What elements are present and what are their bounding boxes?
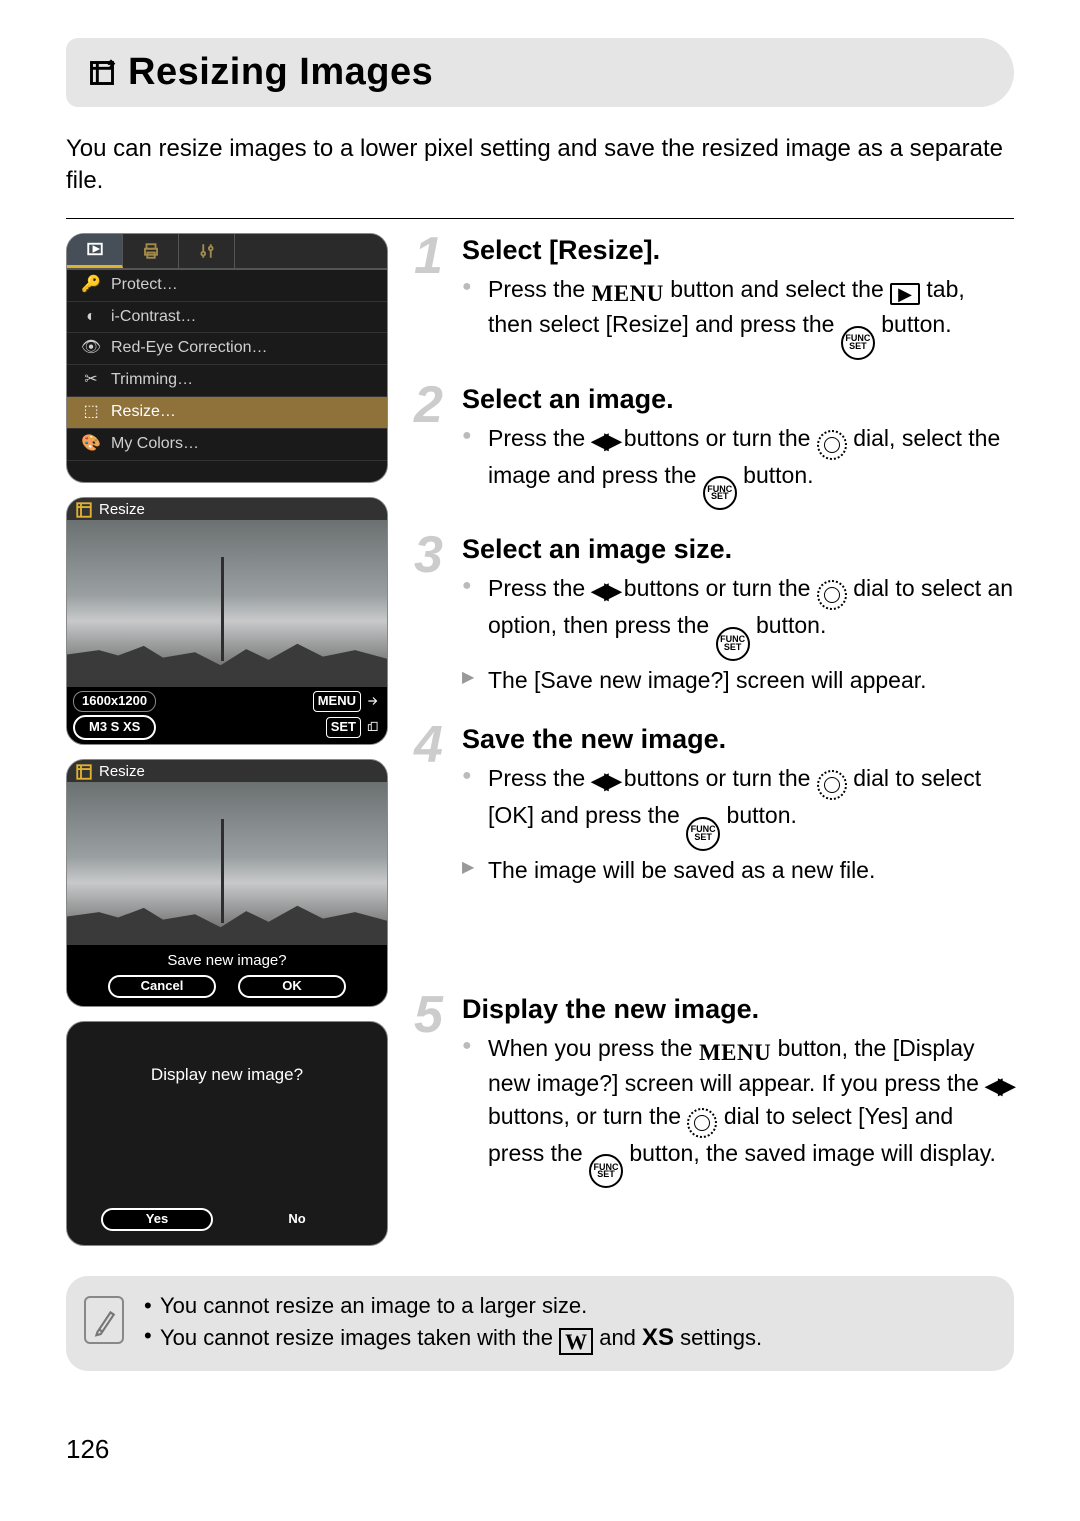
- set-badge[interactable]: SET: [326, 717, 361, 738]
- menu-badge[interactable]: MENU: [313, 691, 361, 712]
- no-button[interactable]: No: [241, 1208, 353, 1231]
- step-1: 1Select [Resize].Press the MENU button a…: [414, 233, 1014, 360]
- left-right-icon: ◀▶: [985, 1073, 1011, 1098]
- menu-button-icon: MENU: [699, 1037, 771, 1068]
- save-prompt-screen: Resize Save new image? Cancel OK: [66, 759, 388, 1007]
- widescreen-icon: W: [559, 1328, 593, 1355]
- cancel-button[interactable]: Cancel: [108, 975, 216, 998]
- resize-icon: [88, 59, 116, 87]
- tools-tab[interactable]: [179, 234, 235, 268]
- camera-menu-screen: 🔑Protect…◐i-Contrast…👁Red-Eye Correction…: [66, 233, 388, 483]
- step-title: Save the new image.: [462, 722, 1014, 757]
- page-number: 126: [66, 1433, 1014, 1467]
- step-title: Select an image size.: [462, 532, 1014, 567]
- yes-button[interactable]: Yes: [101, 1208, 213, 1231]
- playback-tab[interactable]: [67, 234, 123, 268]
- left-right-icon: ◀▶: [592, 578, 618, 603]
- step-instruction: When you press the MENU button, the [Dis…: [462, 1033, 1014, 1188]
- notes-box: You cannot resize an image to a larger s…: [66, 1276, 1014, 1372]
- step-3: 3Select an image size.Press the ◀▶ butto…: [414, 532, 1014, 696]
- func-set-icon: FUNCSET: [686, 817, 720, 851]
- ok-button[interactable]: OK: [238, 975, 346, 998]
- display-prompt-screen: Display new image? Yes No: [66, 1021, 388, 1246]
- xs-size-icon: XS: [642, 1324, 674, 1351]
- menu-item-resize-[interactable]: ⬚Resize…: [67, 397, 387, 429]
- func-set-icon: FUNCSET: [589, 1154, 623, 1188]
- sizes-pill[interactable]: M3 S XS: [73, 715, 156, 740]
- intro-text: You can resize images to a lower pixel s…: [66, 133, 1014, 195]
- menu-item-my-colors-[interactable]: 🎨My Colors…: [67, 429, 387, 461]
- save-prompt-text: Save new image?: [75, 951, 379, 971]
- step-result: The [Save new image?] screen will appear…: [462, 665, 1014, 696]
- step-number: 3: [414, 522, 443, 590]
- resize-header: Resize: [67, 498, 387, 522]
- note-item: You cannot resize an image to a larger s…: [144, 1292, 994, 1321]
- menu-item-red-eye-correction-[interactable]: 👁Red-Eye Correction…: [67, 333, 387, 365]
- content-row: 🔑Protect…◐i-Contrast…👁Red-Eye Correction…: [66, 233, 1014, 1246]
- left-right-icon: ◀▶: [592, 768, 618, 793]
- control-dial-icon: [817, 430, 847, 460]
- playback-icon: ▶: [890, 283, 920, 305]
- step-instruction: Press the ◀▶ buttons or turn the dial, s…: [462, 423, 1014, 511]
- steps-column: 1Select [Resize].Press the MENU button a…: [414, 233, 1014, 1246]
- note-item: You cannot resize images taken with the …: [144, 1322, 994, 1355]
- step-number: 1: [414, 223, 443, 291]
- func-set-icon: FUNCSET: [841, 326, 875, 360]
- print-tab[interactable]: [123, 234, 179, 268]
- menu-item-i-contrast-[interactable]: ◐i-Contrast…: [67, 302, 387, 334]
- screenshots-column: 🔑Protect…◐i-Contrast…👁Red-Eye Correction…: [66, 233, 388, 1246]
- step-title: Select [Resize].: [462, 233, 1014, 268]
- step-instruction: Press the ◀▶ buttons or turn the dial to…: [462, 763, 1014, 851]
- step-result: The image will be saved as a new file.: [462, 855, 1014, 886]
- step-number: 5: [414, 982, 443, 1050]
- divider: [66, 218, 1014, 219]
- page-title: Resizing Images: [128, 48, 433, 97]
- step-title: Display the new image.: [462, 992, 1014, 1027]
- title-bar: Resizing Images: [66, 38, 1014, 107]
- func-set-icon: FUNCSET: [716, 627, 750, 661]
- resolution-badge: 1600x1200: [73, 691, 156, 712]
- menu-item-protect-[interactable]: 🔑Protect…: [67, 270, 387, 302]
- control-dial-icon: [687, 1108, 717, 1138]
- menu-button-icon: MENU: [592, 278, 664, 309]
- camera-tabs: [67, 234, 387, 270]
- left-right-icon: ◀▶: [592, 428, 618, 453]
- step-title: Select an image.: [462, 382, 1014, 417]
- step-5: 5Display the new image.When you press th…: [414, 992, 1014, 1188]
- func-set-icon: FUNCSET: [703, 476, 737, 510]
- pencil-icon: [84, 1296, 124, 1344]
- display-prompt-text: Display new image?: [67, 1064, 387, 1086]
- step-instruction: Press the MENU button and select the ▶ t…: [462, 274, 1014, 360]
- control-dial-icon: [817, 580, 847, 610]
- step-number: 2: [414, 372, 443, 440]
- control-dial-icon: [817, 770, 847, 800]
- step-2: 2Select an image.Press the ◀▶ buttons or…: [414, 382, 1014, 511]
- step-instruction: Press the ◀▶ buttons or turn the dial to…: [462, 573, 1014, 661]
- resize-preview-screen: Resize 1600x1200 MENU M3 S XS SET: [66, 497, 388, 745]
- step-4: 4Save the new image.Press the ◀▶ buttons…: [414, 722, 1014, 886]
- step-number: 4: [414, 712, 443, 780]
- menu-item-trimming-[interactable]: ✂Trimming…: [67, 365, 387, 397]
